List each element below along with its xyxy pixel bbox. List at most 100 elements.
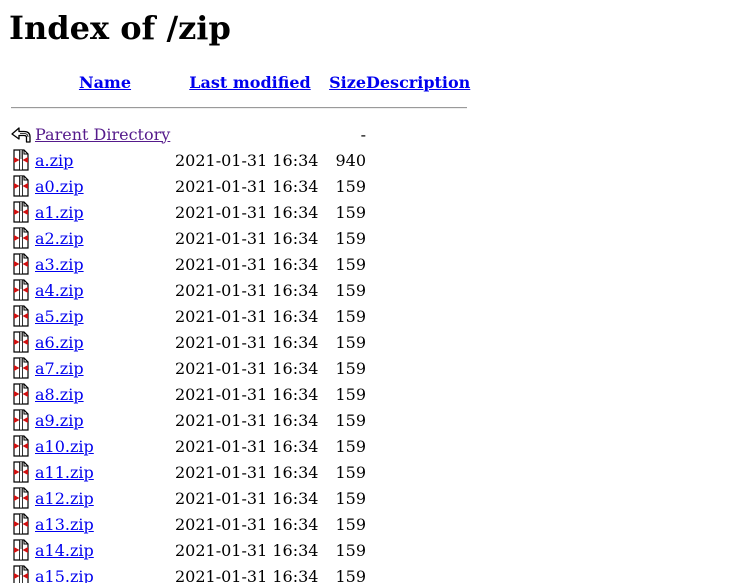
file-description bbox=[366, 407, 470, 433]
table-header-row: Name Last modified Size Description bbox=[9, 69, 470, 95]
file-link[interactable]: a2.zip bbox=[35, 229, 84, 248]
file-size: 159 bbox=[335, 358, 366, 378]
compressed-file-icon bbox=[10, 539, 32, 561]
horizontal-rule bbox=[11, 107, 467, 109]
file-link[interactable]: a9.zip bbox=[35, 411, 84, 430]
file-size: 159 bbox=[335, 176, 366, 196]
file-size: 159 bbox=[335, 540, 366, 560]
file-row: a1.zip 2021-01-31 16:34 159 bbox=[9, 199, 470, 225]
file-link[interactable]: a5.zip bbox=[35, 307, 84, 326]
file-description bbox=[366, 355, 470, 381]
sort-by-size-link[interactable]: Size bbox=[329, 73, 366, 92]
file-last-modified: 2021-01-31 16:34 bbox=[175, 332, 319, 352]
file-row: a2.zip 2021-01-31 16:34 159 bbox=[9, 225, 470, 251]
file-description bbox=[366, 251, 470, 277]
file-link[interactable]: a4.zip bbox=[35, 281, 84, 300]
compressed-file-icon bbox=[10, 435, 32, 457]
file-size: 159 bbox=[335, 202, 366, 222]
file-size: 940 bbox=[335, 150, 366, 170]
file-last-modified: 2021-01-31 16:34 bbox=[175, 202, 319, 222]
file-last-modified: 2021-01-31 16:34 bbox=[175, 254, 319, 274]
file-link[interactable]: a11.zip bbox=[35, 463, 94, 482]
file-row: a13.zip 2021-01-31 16:34 159 bbox=[9, 511, 470, 537]
compressed-file-icon bbox=[10, 383, 32, 405]
file-link[interactable]: a13.zip bbox=[35, 515, 94, 534]
file-description bbox=[366, 277, 470, 303]
compressed-file-icon bbox=[10, 461, 32, 483]
file-description bbox=[366, 199, 470, 225]
file-description bbox=[366, 173, 470, 199]
file-link[interactable]: a1.zip bbox=[35, 203, 84, 222]
compressed-file-icon bbox=[10, 409, 32, 431]
file-link[interactable]: a10.zip bbox=[35, 437, 94, 456]
file-last-modified: 2021-01-31 16:34 bbox=[175, 436, 319, 456]
file-size: 159 bbox=[335, 306, 366, 326]
file-size: 159 bbox=[335, 280, 366, 300]
directory-listing-table: Name Last modified Size Description Pare… bbox=[9, 69, 470, 583]
file-row: a11.zip 2021-01-31 16:34 159 bbox=[9, 459, 470, 485]
file-row: a10.zip 2021-01-31 16:34 159 bbox=[9, 433, 470, 459]
compressed-file-icon bbox=[10, 331, 32, 353]
description-column-header: Description bbox=[366, 69, 470, 95]
size-column-header: Size bbox=[325, 69, 366, 95]
file-link[interactable]: a0.zip bbox=[35, 177, 84, 196]
file-link[interactable]: a7.zip bbox=[35, 359, 84, 378]
back-arrow-icon bbox=[10, 123, 32, 145]
file-link[interactable]: a12.zip bbox=[35, 489, 94, 508]
compressed-file-icon bbox=[10, 149, 32, 171]
file-last-modified: 2021-01-31 16:34 bbox=[175, 176, 319, 196]
header-rule-row bbox=[9, 95, 470, 121]
file-link[interactable]: a6.zip bbox=[35, 333, 84, 352]
file-row: a12.zip 2021-01-31 16:34 159 bbox=[9, 485, 470, 511]
file-row: a14.zip 2021-01-31 16:34 159 bbox=[9, 537, 470, 563]
file-description bbox=[366, 329, 470, 355]
file-description bbox=[366, 459, 470, 485]
compressed-file-icon bbox=[10, 305, 32, 327]
file-size: 159 bbox=[335, 384, 366, 404]
compressed-file-icon bbox=[10, 175, 32, 197]
file-size: 159 bbox=[335, 332, 366, 352]
file-size: 159 bbox=[335, 514, 366, 534]
file-row: a3.zip 2021-01-31 16:34 159 bbox=[9, 251, 470, 277]
file-description bbox=[366, 303, 470, 329]
file-link[interactable]: a15.zip bbox=[35, 567, 94, 583]
file-link[interactable]: a.zip bbox=[35, 151, 73, 170]
compressed-file-icon bbox=[10, 253, 32, 275]
file-last-modified: 2021-01-31 16:34 bbox=[175, 410, 319, 430]
file-size: 159 bbox=[335, 488, 366, 508]
file-size: 159 bbox=[335, 566, 366, 583]
file-link[interactable]: a3.zip bbox=[35, 255, 84, 274]
file-link[interactable]: a8.zip bbox=[35, 385, 84, 404]
sort-by-last-modified-link[interactable]: Last modified bbox=[189, 73, 310, 92]
last-modified-column-header: Last modified bbox=[175, 69, 325, 95]
file-last-modified: 2021-01-31 16:34 bbox=[175, 566, 319, 583]
file-last-modified: 2021-01-31 16:34 bbox=[175, 150, 319, 170]
file-last-modified: 2021-01-31 16:34 bbox=[175, 358, 319, 378]
file-row: a7.zip 2021-01-31 16:34 159 bbox=[9, 355, 470, 381]
file-description bbox=[366, 225, 470, 251]
file-description bbox=[366, 485, 470, 511]
parent-directory-size: - bbox=[360, 124, 366, 144]
parent-directory-link[interactable]: Parent Directory bbox=[35, 125, 170, 144]
file-link[interactable]: a14.zip bbox=[35, 541, 94, 560]
compressed-file-icon bbox=[10, 513, 32, 535]
file-row: a15.zip 2021-01-31 16:34 159 bbox=[9, 563, 470, 583]
file-size: 159 bbox=[335, 436, 366, 456]
file-last-modified: 2021-01-31 16:34 bbox=[175, 280, 319, 300]
file-last-modified: 2021-01-31 16:34 bbox=[175, 540, 319, 560]
file-row: a4.zip 2021-01-31 16:34 159 bbox=[9, 277, 470, 303]
file-description bbox=[366, 537, 470, 563]
file-description bbox=[366, 147, 470, 173]
file-size: 159 bbox=[335, 254, 366, 274]
file-last-modified: 2021-01-31 16:34 bbox=[175, 488, 319, 508]
icon-column-header bbox=[9, 69, 35, 95]
compressed-file-icon bbox=[10, 565, 32, 583]
sort-by-description-link[interactable]: Description bbox=[366, 73, 470, 92]
file-row: a9.zip 2021-01-31 16:34 159 bbox=[9, 407, 470, 433]
sort-by-name-link[interactable]: Name bbox=[79, 73, 131, 92]
page-title: Index of /zip bbox=[9, 9, 231, 47]
file-description bbox=[366, 433, 470, 459]
name-column-header: Name bbox=[35, 69, 175, 95]
file-size: 159 bbox=[335, 228, 366, 248]
file-last-modified: 2021-01-31 16:34 bbox=[175, 384, 319, 404]
